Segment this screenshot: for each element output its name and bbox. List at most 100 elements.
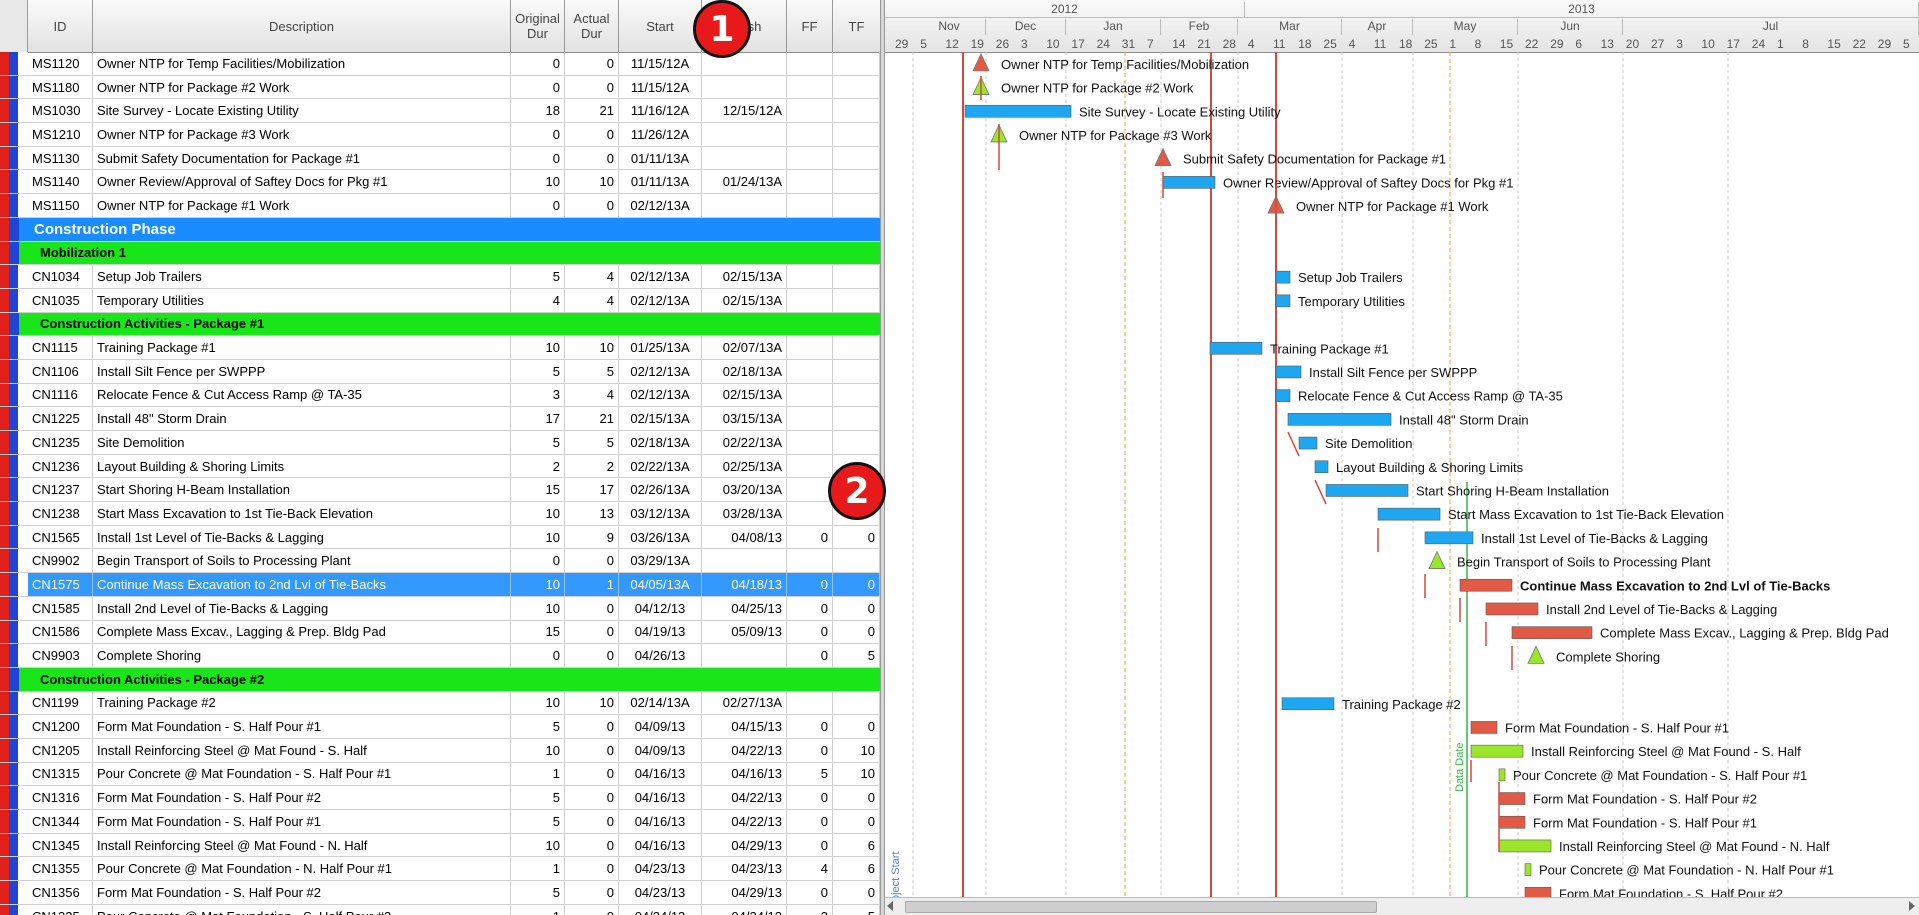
column-header-original-dur[interactable]: Original Dur <box>511 0 565 52</box>
cell-original-dur[interactable]: 1 <box>511 904 565 915</box>
column-header-start[interactable]: Start <box>619 0 702 52</box>
cell-finish[interactable] <box>702 644 787 667</box>
cell-description[interactable]: Install 48" Storm Drain <box>93 407 511 430</box>
cell-ff[interactable] <box>787 407 833 430</box>
table-row[interactable]: CN1237 Start Shoring H-Beam Installation 1… <box>0 478 880 503</box>
cell-finish[interactable]: 03/15/13A <box>702 407 787 430</box>
cell-tf[interactable] <box>833 407 880 430</box>
cell-actual-dur[interactable]: 0 <box>565 810 619 833</box>
cell-actual-dur[interactable]: 0 <box>565 762 619 786</box>
cell-actual-dur[interactable]: 21 <box>565 99 619 123</box>
cell-finish[interactable]: 02/15/13A <box>702 265 787 288</box>
cell-id[interactable]: CN1237 <box>28 478 93 502</box>
table-row[interactable]: CN9903 Complete Shoring 0 0 04/26/13 0 5 <box>0 644 880 668</box>
cell-ff[interactable]: 0 <box>787 644 833 667</box>
table-row[interactable]: CN1325Pour Concrete @ Mat Foundation - S… <box>0 904 880 915</box>
cell-tf[interactable] <box>833 52 880 75</box>
wbs-group-row[interactable]: Construction Activities - Package #2 <box>0 667 880 692</box>
cell-tf[interactable]: 6 <box>833 833 880 857</box>
table-row[interactable]: CN1034 Setup Job Trailers 5 4 02/12/13A 02/15… <box>0 265 880 289</box>
cell-original-dur[interactable]: 10 <box>511 573 565 596</box>
cell-finish[interactable]: 04/23/13 <box>702 857 787 881</box>
cell-ff[interactable] <box>787 383 833 407</box>
cell-ff[interactable] <box>787 52 833 75</box>
cell-actual-dur[interactable]: 5 <box>565 359 619 383</box>
cell-description[interactable]: Complete Mass Excav., Lagging & Prep. Bl… <box>93 620 511 644</box>
cell-tf[interactable] <box>833 288 880 312</box>
cell-start[interactable]: 11/15/12A <box>619 75 702 99</box>
cell-original-dur[interactable]: 10 <box>511 525 565 549</box>
table-row[interactable]: MS1140 Owner Review/Approval of Saftey Do… <box>0 170 880 195</box>
cell-actual-dur[interactable]: 0 <box>565 833 619 857</box>
table-row[interactable]: CN1199 Training Package #2 10 10 02/14/13A 02… <box>0 691 880 716</box>
cell-description[interactable]: Training Package #2 <box>93 691 511 715</box>
cell-start[interactable]: 02/12/13A <box>619 194 702 217</box>
column-header-actual-dur[interactable]: Actual Dur <box>565 0 619 52</box>
table-row[interactable]: CN1035 Temporary Utilities 4 4 02/12/13A 02/1… <box>0 288 880 313</box>
cell-tf[interactable] <box>833 146 880 170</box>
cell-start[interactable]: 04/16/13 <box>619 786 702 809</box>
cell-tf[interactable]: 6 <box>833 857 880 881</box>
cell-tf[interactable] <box>833 336 880 359</box>
cell-start[interactable]: 03/26/13A <box>619 525 702 549</box>
cell-finish[interactable]: 04/22/13 <box>702 810 787 833</box>
table-row[interactable]: CN1575 Continue Mass Excavation to 2nd Lv… <box>0 573 880 597</box>
table-row[interactable]: MS1180 Owner NTP for Package #2 Work 0 0 11/… <box>0 75 880 100</box>
cell-tf[interactable] <box>833 359 880 383</box>
cell-start[interactable]: 11/26/12A <box>619 123 702 146</box>
cell-ff[interactable] <box>787 478 833 502</box>
cell-original-dur[interactable]: 17 <box>511 407 565 430</box>
cell-ff[interactable] <box>787 359 833 383</box>
scroll-thumb[interactable] <box>905 901 1377 913</box>
cell-start[interactable]: 04/16/13 <box>619 762 702 786</box>
cell-tf[interactable]: 0 <box>833 715 880 738</box>
cell-id[interactable]: CN1325 <box>28 904 93 915</box>
cell-ff[interactable] <box>787 691 833 715</box>
cell-actual-dur[interactable]: 0 <box>565 596 619 620</box>
cell-actual-dur[interactable]: 17 <box>565 478 619 502</box>
cell-description[interactable]: Submit Safety Documentation for Package … <box>93 146 511 170</box>
cell-original-dur[interactable]: 10 <box>511 596 565 620</box>
cell-tf[interactable]: 0 <box>833 786 880 809</box>
column-header-id[interactable]: ID <box>28 0 93 52</box>
cell-description[interactable]: Begin Transport of Soils to Processing P… <box>93 549 511 573</box>
cell-ff[interactable]: 0 <box>787 525 833 549</box>
cell-start[interactable]: 04/19/13 <box>619 620 702 644</box>
header-corner[interactable] <box>0 0 28 52</box>
cell-id[interactable]: CN1034 <box>28 265 93 288</box>
cell-tf[interactable]: 0 <box>833 620 880 644</box>
cell-finish[interactable]: 03/20/13A <box>702 478 787 502</box>
cell-start[interactable]: 11/15/12A <box>619 52 702 75</box>
cell-tf[interactable]: 0 <box>833 810 880 833</box>
cell-finish[interactable]: 02/15/13A <box>702 288 787 312</box>
cell-start[interactable]: 04/12/13 <box>619 596 702 620</box>
cell-ff[interactable] <box>787 146 833 170</box>
cell-original-dur[interactable]: 0 <box>511 194 565 217</box>
cell-original-dur[interactable]: 4 <box>511 288 565 312</box>
cell-start[interactable]: 04/26/13 <box>619 644 702 667</box>
table-row[interactable]: CN1356 Form Mat Foundation - S. Half Pour… <box>0 881 880 905</box>
cell-original-dur[interactable]: 18 <box>511 99 565 123</box>
cell-original-dur[interactable]: 0 <box>511 644 565 667</box>
cell-description[interactable]: Pour Concrete @ Mat Foundation - N. Half… <box>93 857 511 881</box>
cell-original-dur[interactable]: 1 <box>511 762 565 786</box>
cell-actual-dur[interactable]: 10 <box>565 691 619 715</box>
cell-id[interactable]: CN1116 <box>28 383 93 407</box>
cell-start[interactable]: 02/12/13A <box>619 288 702 312</box>
cell-start[interactable]: 04/05/13A <box>619 573 702 596</box>
cell-ff[interactable] <box>787 170 833 194</box>
cell-tf[interactable]: 0 <box>833 573 880 596</box>
cell-ff[interactable]: 0 <box>787 786 833 809</box>
scroll-left-arrow[interactable] <box>887 901 893 911</box>
cell-finish[interactable]: 12/15/12A <box>702 99 787 123</box>
cell-finish[interactable]: 04/15/13 <box>702 715 787 738</box>
cell-ff[interactable]: 5 <box>787 762 833 786</box>
cell-finish[interactable]: 02/18/13A <box>702 359 787 383</box>
cell-finish[interactable] <box>702 549 787 573</box>
cell-id[interactable]: CN1236 <box>28 454 93 478</box>
cell-finish[interactable]: 02/15/13A <box>702 383 787 407</box>
cell-actual-dur[interactable]: 0 <box>565 857 619 881</box>
cell-finish[interactable]: 02/22/13A <box>702 431 787 454</box>
table-row[interactable]: CN1315 Pour Concrete @ Mat Foundation - S… <box>0 762 880 787</box>
cell-actual-dur[interactable]: 4 <box>565 265 619 288</box>
